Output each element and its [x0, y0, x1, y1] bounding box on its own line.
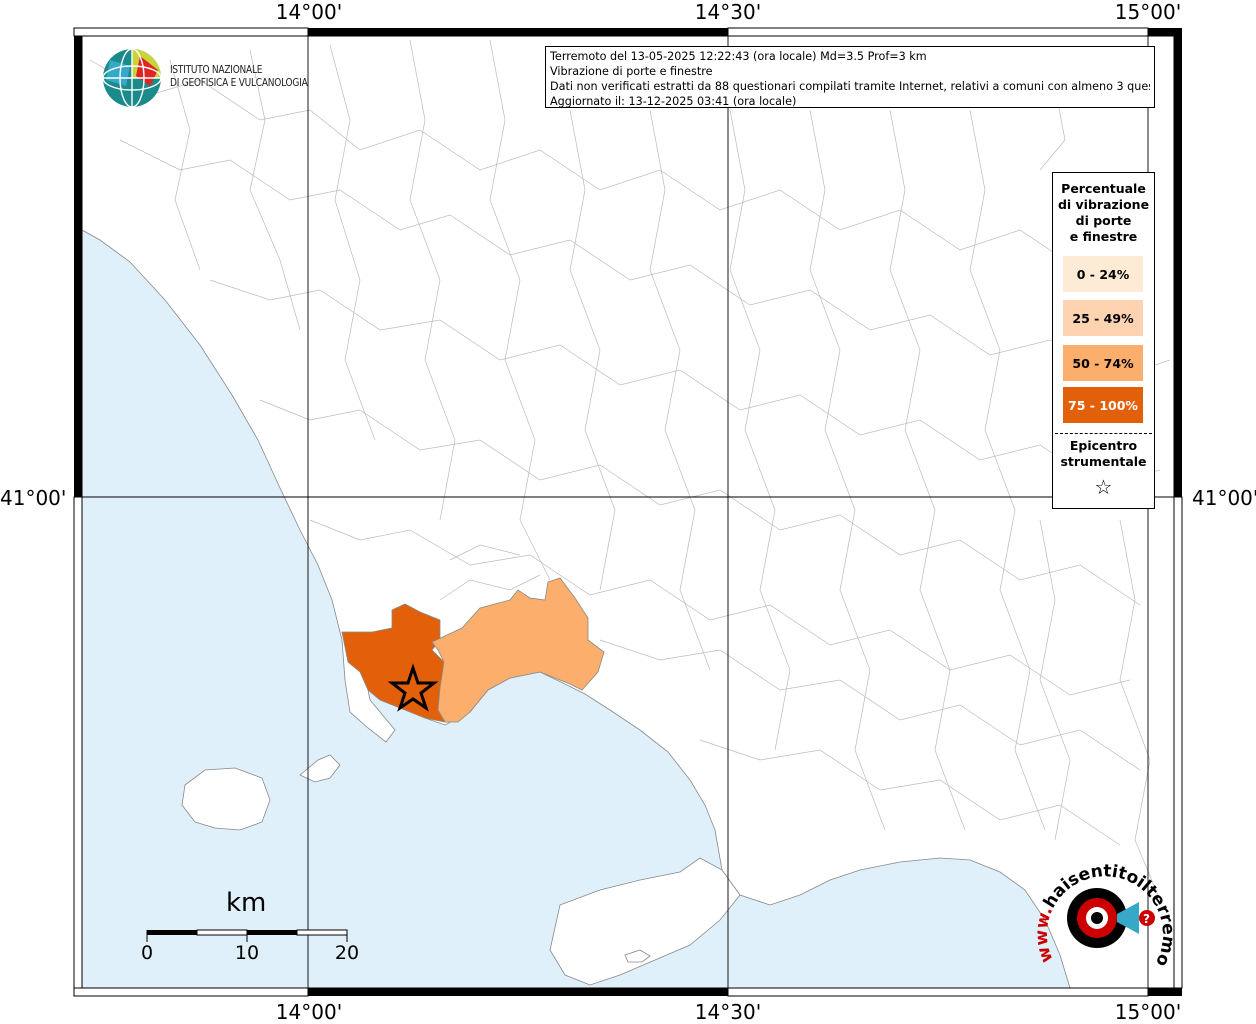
event-info-line-2: Vibrazione di porte e finestre	[550, 65, 713, 78]
legend-entry-75-100: 75 - 100%	[1063, 387, 1143, 423]
scale-unit: km	[226, 888, 267, 918]
legend-separator	[1055, 433, 1152, 434]
legend-title-line-1: Percentuale	[1061, 181, 1146, 196]
legend-title-line-2: di vibrazione	[1057, 197, 1150, 212]
epicenter-title-line-1: Epicentro	[1069, 438, 1138, 453]
legend-entry-0-24: 0 - 24%	[1063, 256, 1143, 292]
bottom-tick-2: 14°30'	[694, 1000, 762, 1024]
legend-epicenter-title: Epicentro strumentale	[1053, 438, 1154, 470]
scale-label-0: 0	[140, 942, 154, 964]
legend-title-line-4: e finestre	[1069, 229, 1138, 244]
scale-label-20: 20	[334, 942, 360, 964]
globe-icon	[102, 48, 162, 108]
event-info-line-1: Terremoto del 13-05-2025 12:22:43 (ora l…	[550, 50, 927, 63]
event-info-line-3: Dati non verificati estratti da 88 quest…	[550, 80, 1150, 93]
star-icon: ☆	[1094, 475, 1113, 499]
left-tick: 41°00'	[0, 486, 67, 510]
logo-line-2: DI GEOFISICA E VULCANOLOGIA	[170, 76, 308, 89]
scale-bar: km 0 10 20	[130, 888, 370, 968]
ingv-logo-text: ISTITUTO NAZIONALE DI GEOFISICA E VULCAN…	[170, 63, 338, 89]
scale-label-10: 10	[234, 942, 260, 964]
top-tick-2: 14°30'	[694, 0, 762, 24]
right-tick: 41°00'	[1192, 486, 1256, 510]
event-info-box: Terremoto del 13-05-2025 12:22:43 (ora l…	[545, 46, 1155, 108]
epicenter-title-line-2: strumentale	[1060, 454, 1147, 469]
haisentito-logo: www.haisentitoilterremoto.it ?	[1035, 842, 1175, 970]
legend-title-line-3: di porte	[1075, 213, 1132, 228]
legend-entry-25-49: 25 - 49%	[1063, 300, 1143, 336]
bottom-tick-3: 15°00'	[1114, 1000, 1182, 1024]
bottom-tick-1: 14°00'	[275, 1000, 343, 1024]
legend-title: Percentuale di vibrazione di porte e fin…	[1053, 181, 1154, 245]
legend: Percentuale di vibrazione di porte e fin…	[1052, 172, 1155, 509]
scale-bar-graphic	[146, 929, 348, 942]
legend-entry-50-74: 50 - 74%	[1063, 345, 1143, 381]
ischia-island	[181, 767, 271, 831]
svg-text:?: ?	[1143, 912, 1150, 926]
logo-line-1: ISTITUTO NAZIONALE	[170, 63, 263, 76]
top-tick-3: 15°00'	[1114, 0, 1182, 24]
event-info-line-4: Aggiornato il: 13-12-2025 03:41 (ora loc…	[550, 95, 797, 108]
top-tick-1: 14°00'	[275, 0, 343, 24]
